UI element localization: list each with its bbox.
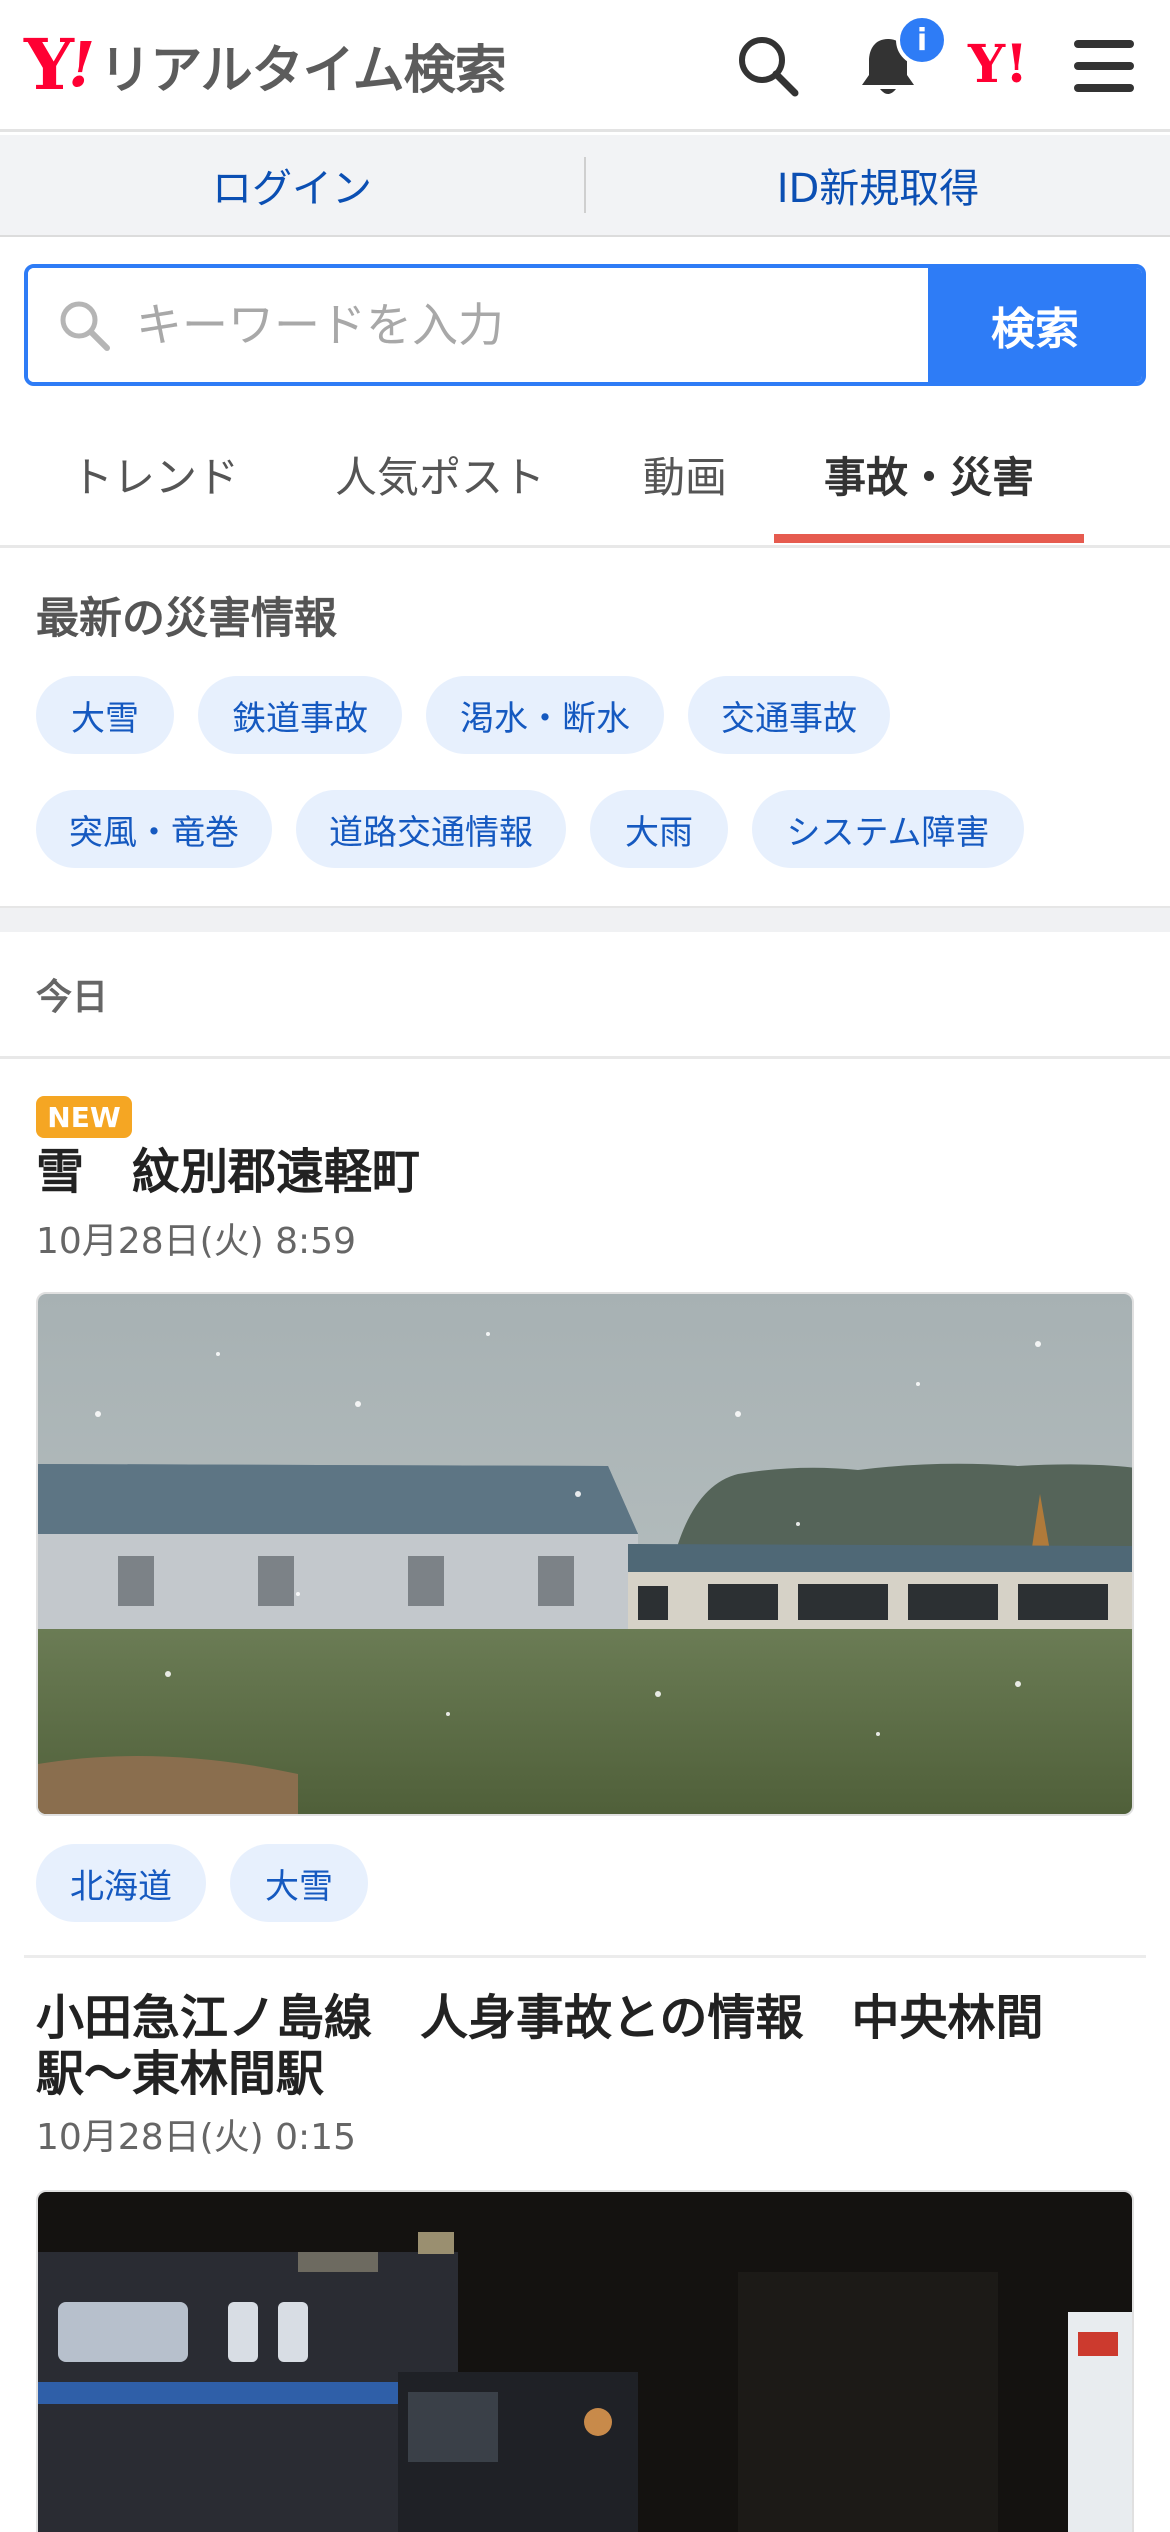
chip-water-outage[interactable]: 渇水・断水	[426, 676, 664, 754]
chip-traffic-accident[interactable]: 交通事故	[688, 676, 890, 754]
logo-text: リアルタイム検索	[99, 40, 506, 101]
chip-heavy-rain[interactable]: 大雨	[590, 790, 728, 868]
menu-icon[interactable]	[1066, 28, 1142, 104]
search-button[interactable]: 検索	[928, 268, 1142, 382]
new-badge: NEW	[36, 1096, 132, 1138]
tag-hokkaido[interactable]: 北海道	[36, 1844, 206, 1922]
login-link[interactable]: ログイン	[0, 156, 584, 214]
article-title[interactable]: 雪 紋別郡遠軽町	[36, 1144, 1136, 1200]
yahoo-japan-icon[interactable]: Y!	[968, 34, 1028, 95]
search-icon[interactable]	[730, 28, 806, 104]
search-form: 検索	[24, 264, 1146, 386]
chip-railway-accident[interactable]: 鉄道事故	[198, 676, 402, 754]
chip-road-traffic[interactable]: 道路交通情報	[296, 790, 566, 868]
search-field[interactable]	[28, 268, 928, 382]
tab-trend[interactable]: トレンド	[40, 400, 270, 548]
logo-y: Y	[24, 23, 74, 106]
divider	[0, 1056, 1170, 1059]
category-tabs: トレンド 人気ポスト 動画 事故・災害	[0, 400, 1170, 548]
tab-video[interactable]: 動画	[610, 400, 760, 548]
article-image-train[interactable]	[36, 2190, 1134, 2532]
notification-badge[interactable]: i	[896, 14, 948, 66]
tag-heavy-snow[interactable]: 大雪	[230, 1844, 368, 1922]
logo-exclamation: !	[67, 28, 96, 101]
date-group-label: 今日	[36, 977, 109, 1018]
chip-heavy-snow[interactable]: 大雪	[36, 676, 174, 754]
section-separator	[0, 906, 1170, 932]
search-input[interactable]	[136, 298, 896, 352]
app-header: Y ! リアルタイム検索 i Y!	[0, 0, 1170, 132]
login-bar: ログイン ID新規取得	[0, 135, 1170, 237]
active-tab-indicator	[774, 534, 1084, 543]
article-divider	[24, 1955, 1146, 1958]
search-field-icon	[60, 301, 110, 351]
disaster-info-heading: 最新の災害情報	[36, 594, 337, 644]
article-title[interactable]: 小田急江ノ島線 人身事故との情報 中央林間 駅〜東林間駅	[36, 1990, 1136, 2102]
article-date: 10月28日(火) 0:15	[36, 2117, 356, 2158]
chip-system-failure[interactable]: システム障害	[752, 790, 1024, 868]
register-link[interactable]: ID新規取得	[586, 156, 1170, 214]
article-date: 10月28日(火) 8:59	[36, 1221, 356, 1262]
article-title-line: 駅〜東林間駅	[36, 2046, 325, 2102]
article-image-snow[interactable]	[36, 1292, 1134, 1816]
yahoo-realtime-logo[interactable]: Y ! リアルタイム検索	[24, 23, 507, 106]
tab-popular-posts[interactable]: 人気ポスト	[310, 400, 570, 548]
chip-gust-tornado[interactable]: 突風・竜巻	[36, 790, 272, 868]
article-title-line: 小田急江ノ島線 人身事故との情報 中央林間	[36, 1990, 1044, 2046]
tab-accident-disaster[interactable]: 事故・災害	[774, 400, 1084, 548]
